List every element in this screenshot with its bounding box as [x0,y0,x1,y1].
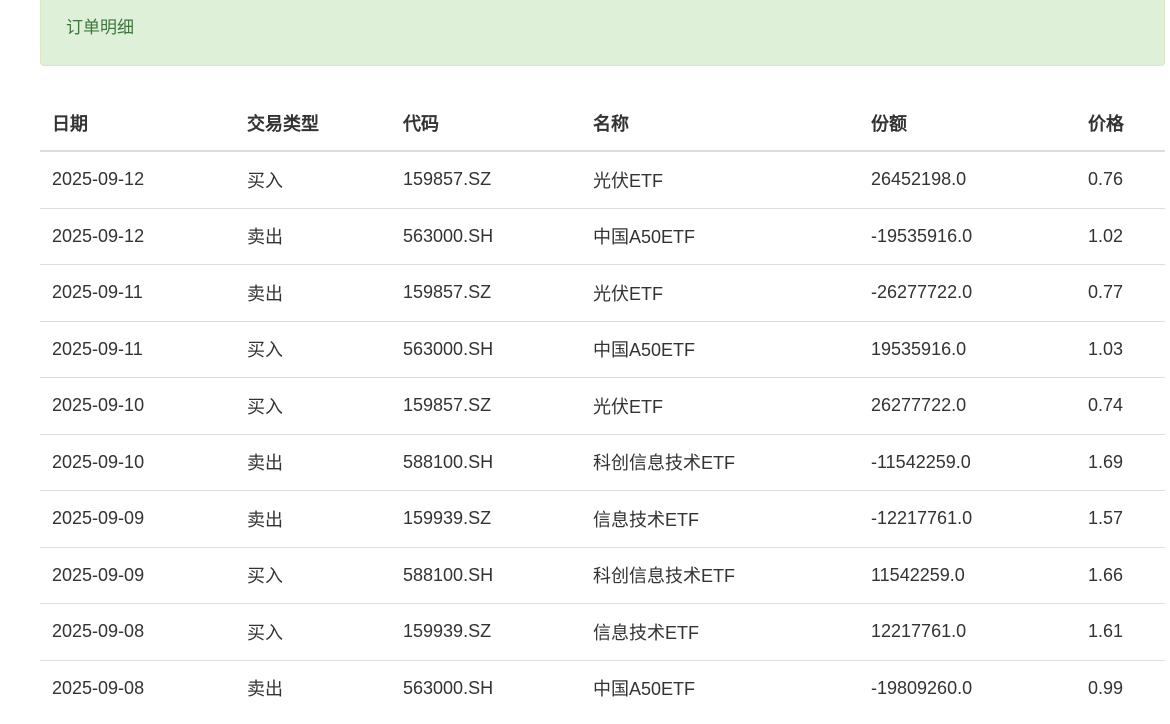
cell-price: 1.03 [1076,321,1165,378]
cell-price: 0.77 [1076,264,1165,322]
cell-code: 159857.SZ [391,151,581,209]
cell-code: 588100.SH [391,547,581,604]
cell-quantity: -11542259.0 [859,434,1076,491]
cell-date: 2025-09-12 [40,151,235,209]
cell-code: 563000.SH [403,677,494,698]
cell-type: 买入 [235,151,391,209]
cell-date: 2025-09-08 [52,677,145,698]
cell-price: 1.57 [1076,490,1165,548]
orders-table: 日期 交易类型 代码 名称 份额 价格 2025-09-12 买入 159857… [40,96,1165,716]
cell-name: 光伏ETF [581,377,859,435]
cell-code: 588100.SH [391,434,581,491]
cell-name: 中国A50ETF [581,321,859,378]
cell-date: 2025-09-10 [40,377,235,435]
cell-type: 卖出 [235,208,391,265]
column-header-date: 日期 [40,96,235,152]
cell-quantity: 19535916.0 [859,321,1076,378]
cell-code: 159857.SZ [391,264,581,322]
table-row: 2025-09-12 卖出 563000.SH 中国A50ETF -195359… [40,208,1165,265]
cell-type: 卖出 [235,264,391,322]
cell-date: 2025-09-11 [40,264,235,322]
table-body: 2025-09-12 买入 159857.SZ 光伏ETF 26452198.0… [40,151,1165,716]
cell-price: 1.02 [1076,208,1165,265]
cell-quantity: 12217761.0 [859,603,1076,661]
cell-date: 2025-09-12 [40,208,235,265]
cell-name: 科创信息技术ETF [581,547,859,604]
column-header-code: 代码 [391,96,581,152]
cell-date: 2025-09-10 [40,434,235,491]
cell-date: 2025-09-11 [40,321,235,378]
cell-price: 0.74 [1076,377,1165,435]
table-row: 2025-09-11 卖出 159857.SZ 光伏ETF -26277722.… [40,264,1165,322]
cell-name: 科创信息技术ETF [581,434,859,491]
cell-quantity: 26452198.0 [859,151,1076,209]
cell-quantity: 11542259.0 [859,547,1076,604]
cell-code: 159857.SZ [391,377,581,435]
table-row: 2025-09-12 买入 159857.SZ 光伏ETF 26452198.0… [40,151,1165,209]
cell-name: 光伏ETF [581,264,859,322]
panel-title: 订单明细 [66,18,134,37]
table-row: 2025-09-11 买入 563000.SH 中国A50ETF 1953591… [40,321,1165,378]
cell-date: 2025-09-09 [40,490,235,548]
table-row: 2025-09-10 卖出 588100.SH 科创信息技术ETF -11542… [40,434,1165,491]
cell-type: 卖出 [247,679,283,700]
table-row: 2025-09-10 买入 159857.SZ 光伏ETF 26277722.0… [40,377,1165,435]
cell-quantity: -26277722.0 [859,264,1076,322]
cell-name: 光伏ETF [581,151,859,209]
cell-date: 2025-09-09 [40,547,235,604]
cell-quantity: -19535916.0 [859,208,1076,265]
cell-code: 159939.SZ [391,603,581,661]
cell-price: 0.99 [1088,677,1124,698]
cell-name: 信息技术ETF [581,603,859,661]
column-header-name: 名称 [581,96,859,152]
cell-name: 信息技术ETF [581,490,859,548]
table-header: 日期 交易类型 代码 名称 份额 价格 [40,96,1165,152]
cell-name: 中国A50ETF [593,679,696,700]
table-row: 2025-09-09 卖出 159939.SZ 信息技术ETF -1221776… [40,490,1165,548]
cell-quantity: -12217761.0 [859,490,1076,548]
column-header-quantity: 份额 [859,96,1076,152]
cell-code: 563000.SH [391,321,581,378]
cell-code: 159939.SZ [391,490,581,548]
cell-price: 0.76 [1076,151,1165,209]
header-row: 日期 交易类型 代码 名称 份额 价格 [40,96,1165,152]
cell-quantity: -19809260.0 [871,677,973,698]
column-header-type: 交易类型 [235,96,391,152]
cell-code: 563000.SH [391,208,581,265]
table-row: 2025-09-08 卖出 563000.SH 中国A50ETF -198092… [40,660,1165,716]
table-row: 2025-09-09 买入 588100.SH 科创信息技术ETF 115422… [40,547,1165,604]
cell-price: 1.66 [1076,547,1165,604]
cell-name: 中国A50ETF [581,208,859,265]
cell-type: 买入 [235,321,391,378]
cell-type: 买入 [235,377,391,435]
cell-price: 1.69 [1076,434,1165,491]
order-details-panel-heading: 订单明细 [40,0,1165,66]
cell-type: 买入 [235,547,391,604]
column-header-price: 价格 [1076,96,1165,152]
cell-type: 卖出 [235,490,391,548]
cell-type: 买入 [235,603,391,661]
cell-type: 卖出 [235,434,391,491]
cell-price: 1.61 [1076,603,1165,661]
cell-quantity: 26277722.0 [859,377,1076,435]
table-row: 2025-09-08 买入 159939.SZ 信息技术ETF 12217761… [40,603,1165,661]
cell-date: 2025-09-08 [40,603,235,661]
